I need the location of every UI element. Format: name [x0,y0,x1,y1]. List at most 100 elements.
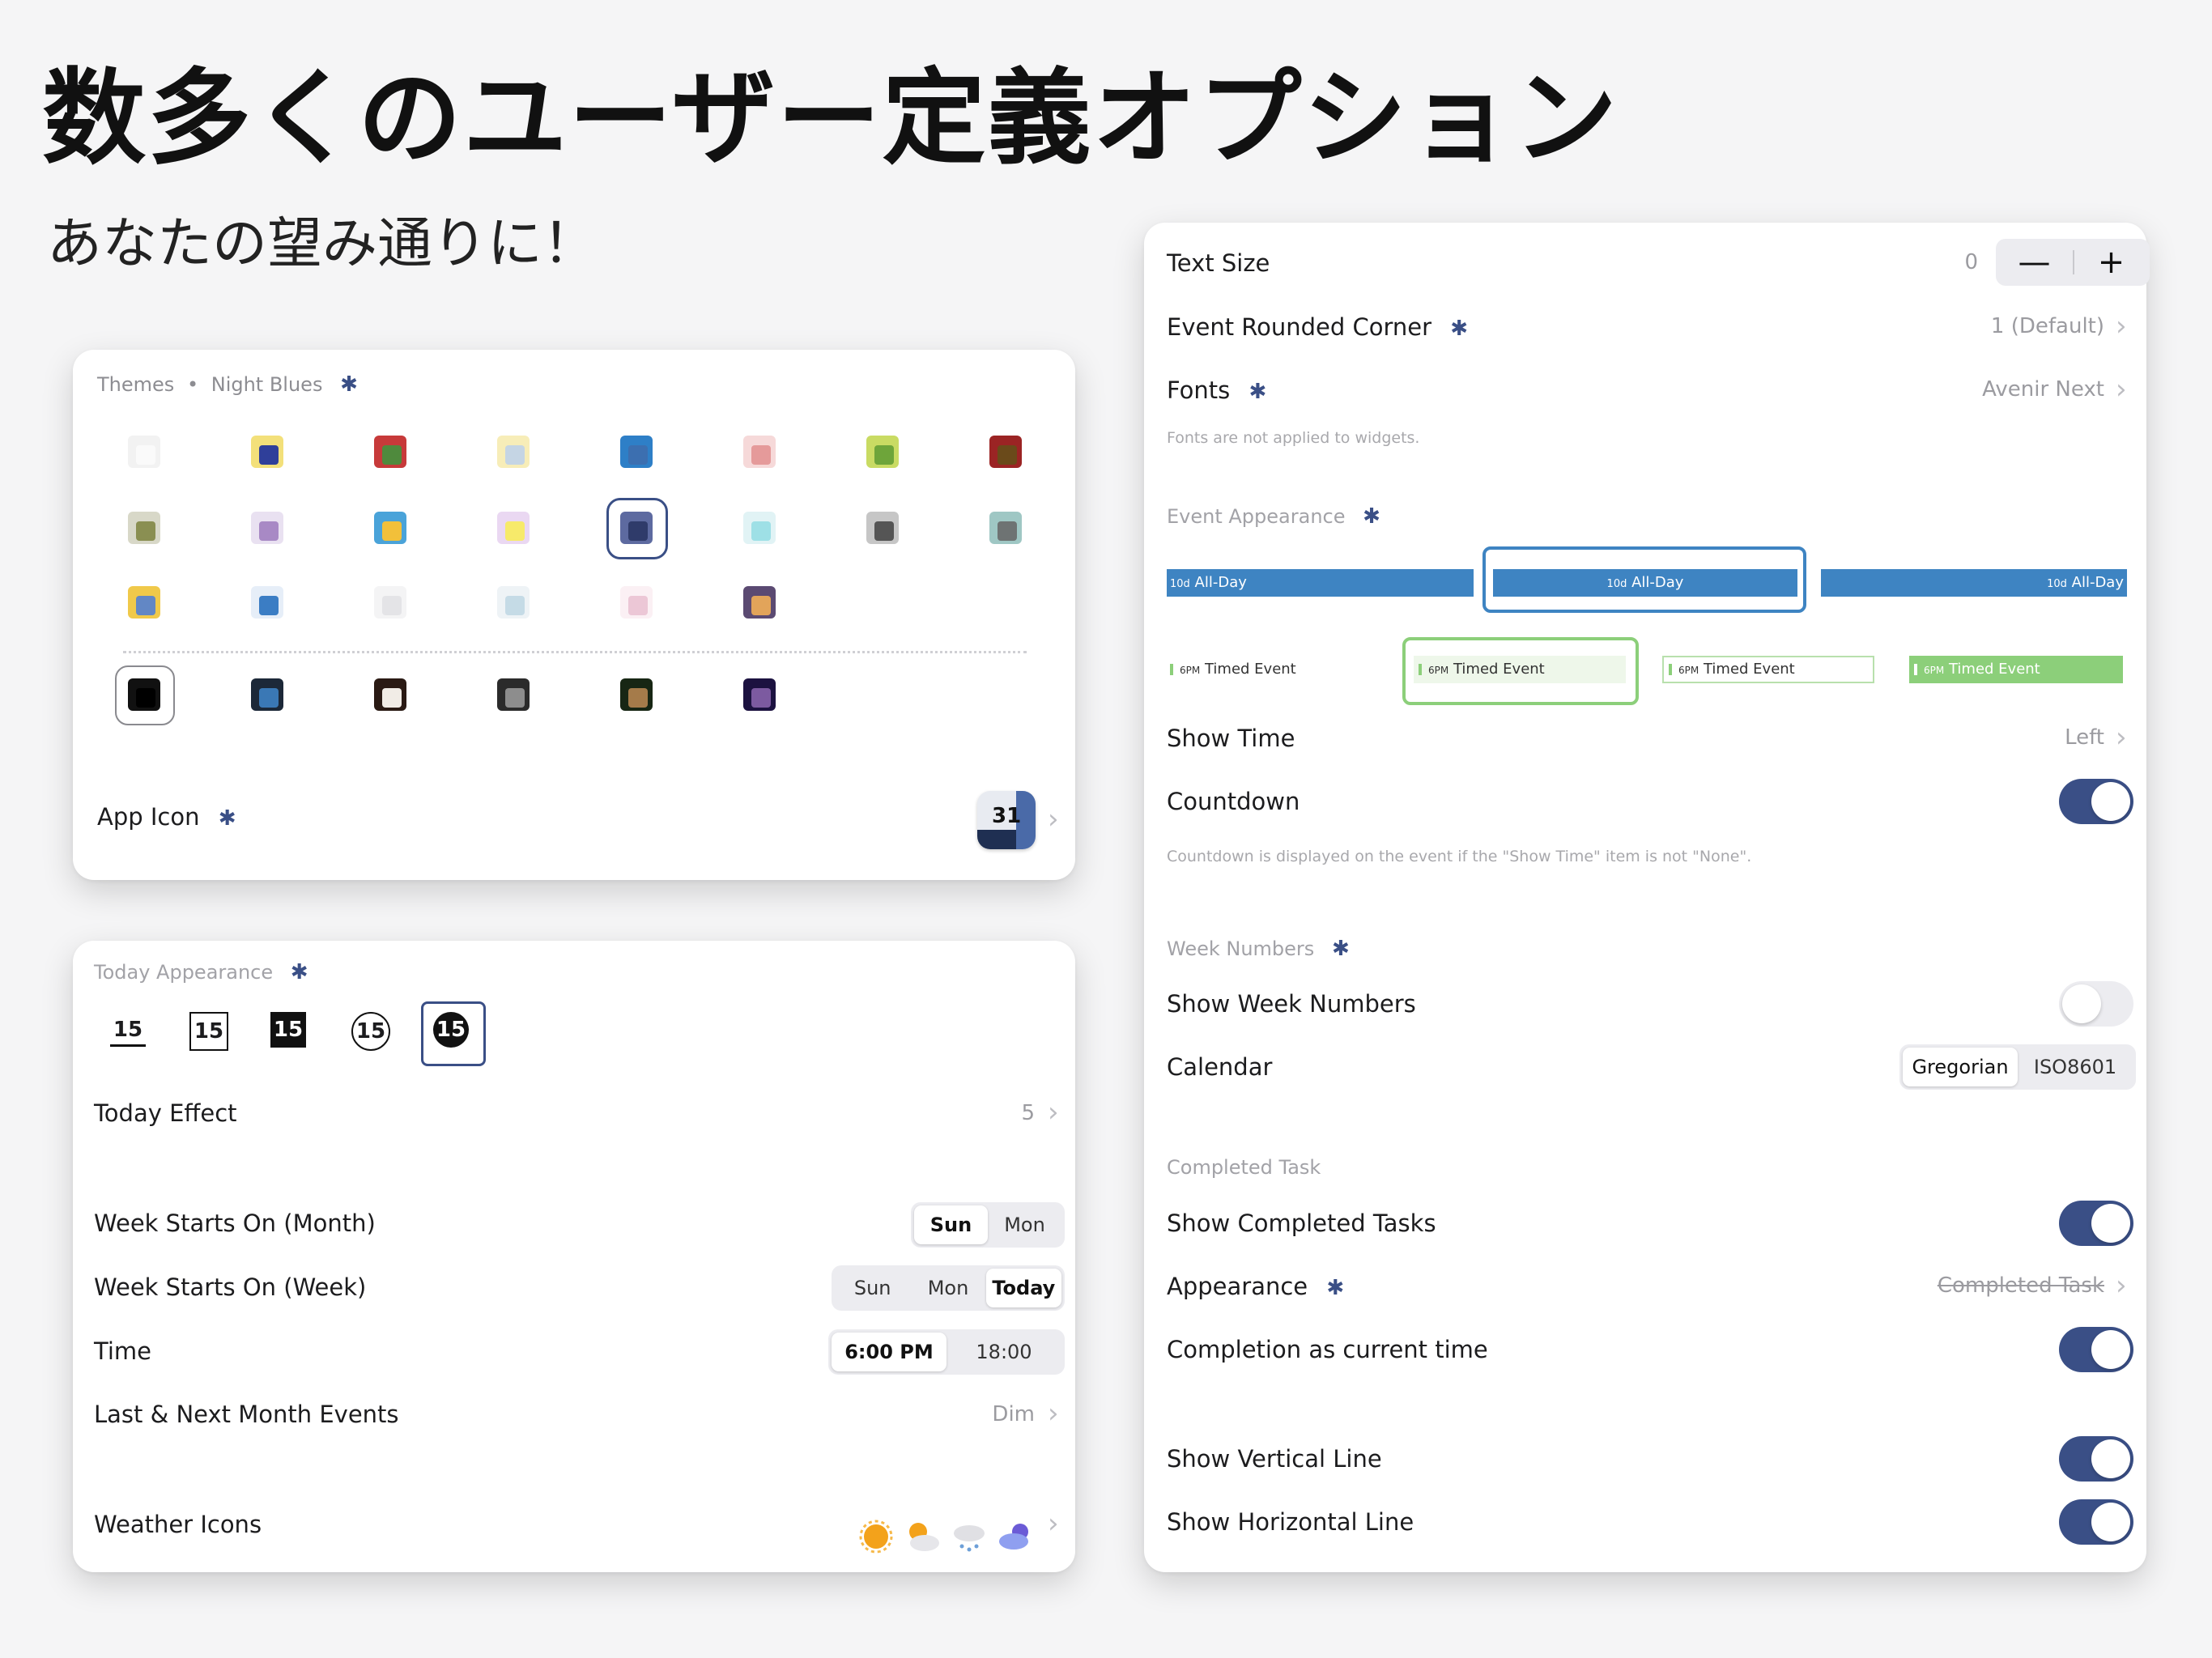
theme-swatch-dark[interactable] [612,670,662,721]
text-size-value: 0 [1964,250,1978,274]
app-icon-preview[interactable]: 31 [977,791,1036,849]
theme-swatch[interactable] [120,427,170,478]
theme-swatch[interactable] [366,504,416,554]
last-next-month-label[interactable]: Last & Next Month Events [94,1401,399,1428]
segment-mon[interactable]: Mon [988,1205,1061,1244]
last-next-month-value: Dim [992,1402,1035,1426]
today-style-circle[interactable]: 15 [351,1012,390,1051]
vertical-line-toggle[interactable] [2059,1436,2133,1482]
theme-swatch-dark[interactable] [735,670,785,721]
today-style-underline[interactable]: 15 [110,1012,146,1047]
segment-today[interactable]: Today [985,1269,1061,1307]
theme-fg [382,445,402,465]
segment-gregorian[interactable]: Gregorian [1903,1048,2018,1086]
star-icon: ✱ [340,372,358,397]
theme-fg [628,445,648,465]
theme-swatch[interactable] [858,504,908,554]
timed-style-filled[interactable]: 6PM Timed Event [1909,656,2123,683]
week-starts-month-segmented[interactable]: Sun Mon [911,1202,1065,1248]
theme-fg [382,596,402,615]
segment-iso8601[interactable]: ISO8601 [2018,1048,2133,1086]
fonts-note: Fonts are not applied to widgets. [1167,429,1420,447]
show-week-numbers-toggle[interactable] [2059,981,2133,1027]
toggle-knob [2091,1204,2130,1243]
theme-fg [505,596,525,615]
timed-style-plain[interactable]: 6PM Timed Event [1167,656,1385,683]
theme-swatch-dark-selected[interactable] [115,665,175,725]
theme-fg [751,521,771,541]
weather-icons-label[interactable]: Weather Icons [94,1511,262,1538]
plus-button[interactable]: + [2073,239,2150,286]
segment-sun[interactable]: Sun [835,1269,910,1307]
theme-swatch[interactable] [489,427,539,478]
timed-style-tint[interactable]: 6PM Timed Event [1414,656,1626,683]
theme-swatch-dark[interactable] [366,670,416,721]
timed-prefix: 6PM [1678,665,1699,676]
theme-swatch-selected[interactable] [606,498,668,559]
theme-swatch[interactable] [858,427,908,478]
app-icon-row[interactable]: App Icon ✱ [97,803,236,831]
themes-card: Themes • Night Blues ✱ App Icon ✱ 31 › [73,350,1075,880]
segment-sun[interactable]: Sun [914,1205,988,1244]
app-icon-label: App Icon [97,803,200,831]
text-size-stepper[interactable]: — + [1996,239,2150,286]
star-icon: ✱ [290,960,308,984]
allday-style-right[interactable]: 10d All-Day [1821,569,2127,597]
completion-time-label: Completion as current time [1167,1336,1488,1363]
week-starts-week-segmented[interactable]: Sun Mon Today [832,1265,1065,1311]
countdown-label: Countdown [1167,788,1300,815]
theme-swatch[interactable] [366,427,416,478]
event-appearance-header: Event Appearance ✱ [1167,504,1380,529]
theme-swatch[interactable] [243,504,293,554]
allday-style-left[interactable]: 10d All-Day [1167,569,1474,597]
chevron-right-icon: › [1048,1397,1059,1430]
theme-swatch[interactable] [612,578,662,628]
hero-title: 数多くのユーザー定義オプション [42,58,1619,179]
today-card: Today Appearance ✱ 15 15 15 15 15 Today … [73,941,1075,1572]
theme-swatch[interactable] [120,578,170,628]
theme-swatch[interactable] [981,504,1032,554]
theme-swatch[interactable] [735,427,785,478]
fonts-row[interactable]: Fonts ✱ [1167,376,1266,404]
countdown-toggle[interactable] [2059,779,2133,824]
rounded-corner-row[interactable]: Event Rounded Corner ✱ [1167,313,1468,341]
today-style-box[interactable]: 15 [189,1012,228,1051]
minus-button[interactable]: — [1996,239,2073,286]
calendar-segmented[interactable]: Gregorian ISO8601 [1899,1044,2136,1090]
theme-swatch[interactable] [489,578,539,628]
theme-swatch-dark[interactable] [489,670,539,721]
today-style-filled[interactable]: 15 [270,1012,306,1048]
theme-swatch[interactable] [612,427,662,478]
chevron-right-icon: › [2116,373,2127,406]
today-style-filled-circle[interactable]: 15 [433,1012,469,1048]
timed-marker [1170,664,1173,675]
allday-style-center[interactable]: 10d All-Day [1493,569,1797,597]
theme-swatch[interactable] [981,427,1032,478]
theme-swatch[interactable] [120,504,170,554]
horizontal-line-toggle[interactable] [2059,1499,2133,1545]
week-numbers-label: Week Numbers [1167,937,1315,960]
show-time-label[interactable]: Show Time [1167,725,1295,752]
sun-icon [857,1517,895,1564]
theme-swatch[interactable] [243,578,293,628]
show-completed-toggle[interactable] [2059,1201,2133,1246]
theme-swatch[interactable] [735,504,785,554]
segment-12h[interactable]: 6:00 PM [832,1333,946,1371]
event-appearance-label: Event Appearance [1167,505,1346,528]
theme-swatch[interactable] [735,578,785,628]
timed-marker [1419,664,1422,675]
timed-marker [1914,664,1917,675]
appearance-row[interactable]: Appearance ✱ [1167,1273,1344,1300]
segment-24h[interactable]: 18:00 [946,1333,1061,1371]
time-format-segmented[interactable]: 6:00 PM 18:00 [828,1329,1065,1375]
theme-swatch[interactable] [366,578,416,628]
themes-separator: • [186,373,199,396]
theme-swatch-dark[interactable] [243,670,293,721]
theme-swatch[interactable] [489,504,539,554]
segment-mon[interactable]: Mon [910,1269,985,1307]
today-effect-label[interactable]: Today Effect [94,1099,237,1127]
theme-swatch[interactable] [243,427,293,478]
completion-time-toggle[interactable] [2059,1327,2133,1372]
timed-style-outline[interactable]: 6PM Timed Event [1662,656,1874,683]
theme-fg [136,688,155,708]
